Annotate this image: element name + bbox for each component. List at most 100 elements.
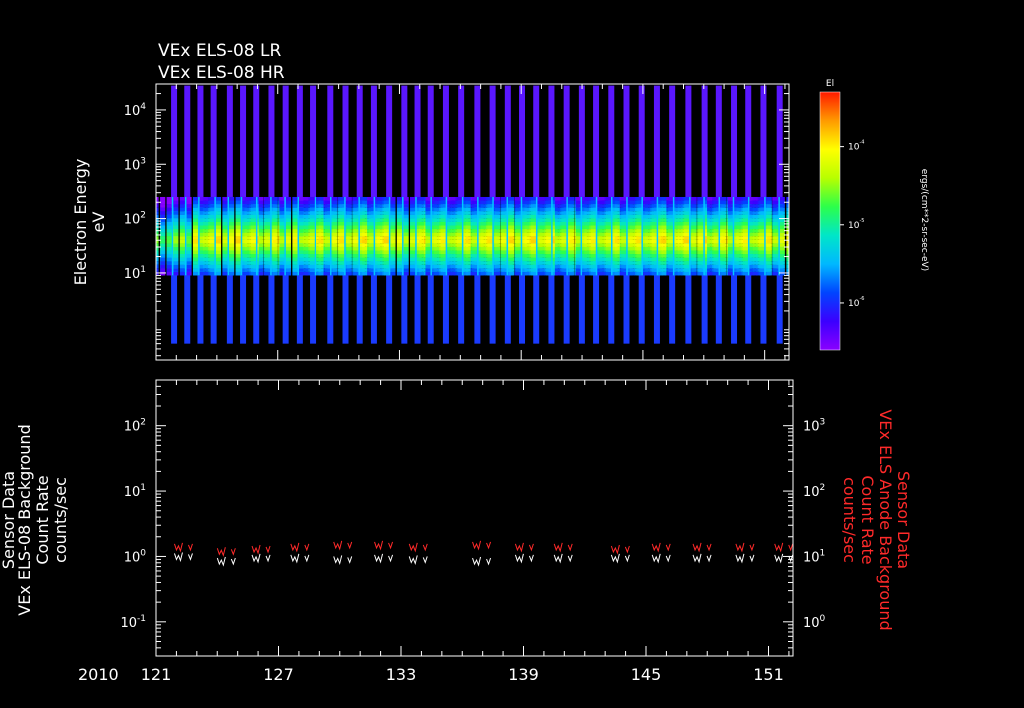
spectrogram-cell bbox=[209, 254, 215, 258]
spectrogram-cell bbox=[253, 275, 260, 344]
spectrogram-cell bbox=[721, 271, 727, 276]
spectrogram-cell bbox=[202, 207, 208, 212]
spectrogram-cell bbox=[752, 246, 758, 251]
spectrogram-cell bbox=[561, 229, 567, 233]
spectrogram-cell bbox=[418, 218, 424, 222]
spectrogram-cell bbox=[793, 215, 798, 219]
spectrogram-cell bbox=[698, 250, 704, 255]
spectrogram-cell bbox=[434, 204, 440, 208]
spectrogram-cell bbox=[292, 261, 298, 265]
spectrogram-cell bbox=[309, 257, 315, 262]
spectrogram-cell bbox=[390, 261, 396, 265]
spectrogram-cell bbox=[456, 264, 462, 269]
spectrogram-cell bbox=[569, 229, 575, 233]
spectrogram-cell bbox=[736, 214, 742, 219]
spectrogram-cell bbox=[742, 257, 748, 262]
spectrogram-cell bbox=[606, 261, 612, 265]
spectrogram-cell bbox=[440, 261, 446, 265]
spectrogram-cell bbox=[346, 250, 352, 255]
spectrogram-cell bbox=[377, 207, 383, 212]
spectrogram-cell bbox=[691, 250, 697, 255]
spectrogram-cell bbox=[325, 221, 331, 226]
spectrogram-cell bbox=[489, 275, 496, 344]
spectrogram-cell bbox=[229, 204, 235, 208]
spectrogram-cell bbox=[397, 200, 403, 205]
spectrogram-cell bbox=[160, 254, 166, 258]
spectrogram-cell bbox=[250, 264, 256, 269]
spectrogram-cell bbox=[179, 229, 185, 233]
spectrogram-cell bbox=[410, 254, 416, 258]
spectrogram-cell bbox=[303, 221, 309, 226]
spectrogram-cell bbox=[425, 254, 431, 258]
spectrogram-cell bbox=[434, 271, 440, 276]
spectrogram-cell bbox=[235, 257, 241, 262]
spectrogram-cell bbox=[546, 196, 552, 201]
spectrogram-cell bbox=[339, 207, 345, 212]
spectrogram-cell bbox=[216, 229, 222, 233]
spectrogram-cell bbox=[272, 236, 278, 240]
spectrogram-cell bbox=[410, 229, 416, 233]
spectrogram-cell bbox=[561, 271, 567, 276]
spectrogram-cell bbox=[661, 271, 667, 276]
spectrogram-cell bbox=[575, 239, 581, 244]
spectrogram-cell bbox=[691, 221, 697, 226]
spectrogram-cell bbox=[310, 85, 317, 197]
spectrogram-cell bbox=[292, 214, 298, 219]
spectrogram-cell bbox=[272, 200, 278, 205]
spectrogram-cell bbox=[332, 236, 338, 240]
spectrogram-cell bbox=[193, 221, 199, 226]
spectrogram-cell bbox=[495, 218, 501, 222]
spectrogram-cell bbox=[292, 246, 298, 251]
spectrogram-cell bbox=[383, 239, 389, 244]
spectrogram-cell bbox=[554, 214, 560, 219]
spectrogram-cell bbox=[736, 225, 742, 230]
spectrogram-cell bbox=[584, 218, 590, 222]
spectrogram-cell bbox=[707, 268, 713, 272]
spectrogram-cell bbox=[554, 236, 560, 240]
spectrogram-cell bbox=[216, 207, 222, 212]
spectrogram-cell bbox=[339, 214, 345, 219]
spectrogram-cell bbox=[509, 261, 515, 265]
spectrogram-cell bbox=[434, 239, 440, 244]
spectrogram-cell bbox=[736, 221, 742, 226]
spectrogram-cell bbox=[209, 207, 215, 212]
spectrogram-cell bbox=[539, 271, 545, 276]
spectrogram-cell bbox=[193, 207, 199, 212]
spectrogram-cell bbox=[327, 275, 334, 344]
spectrogram-cell bbox=[629, 261, 635, 265]
spectrogram-cell bbox=[653, 275, 660, 344]
spectrogram-cell bbox=[325, 246, 331, 251]
spectrogram-cell bbox=[727, 196, 733, 201]
spectrogram-cell bbox=[759, 243, 765, 247]
spectrogram-cell bbox=[509, 250, 515, 255]
spectrogram-cell bbox=[410, 221, 416, 226]
spectrogram-cell bbox=[346, 246, 352, 251]
spectrogram-cell bbox=[487, 254, 493, 258]
spectrogram-cell bbox=[235, 261, 241, 265]
spectrogram-cell bbox=[539, 218, 545, 222]
spectrogram-cell bbox=[410, 239, 416, 244]
spectrogram-cell bbox=[286, 225, 292, 230]
spectrogram-cell bbox=[472, 207, 478, 212]
spectrogram-cell bbox=[147, 250, 152, 254]
spectrogram-cell bbox=[160, 211, 166, 215]
spectrogram-cell bbox=[524, 214, 530, 219]
spectrogram-cell bbox=[561, 243, 567, 247]
spectrogram-cell bbox=[346, 264, 352, 269]
spectrogram-cell bbox=[179, 257, 185, 262]
spectrogram-cell bbox=[691, 200, 697, 205]
spectrogram-cell bbox=[332, 271, 338, 276]
spectrogram-cell bbox=[450, 264, 456, 269]
spectrogram-cell bbox=[425, 221, 431, 226]
spectrogram-cell bbox=[258, 229, 264, 233]
spectrogram-cell bbox=[292, 250, 298, 255]
spectrogram-cell bbox=[584, 207, 590, 212]
spectrogram-cell bbox=[530, 250, 536, 255]
spectrogram-cell bbox=[250, 207, 256, 212]
spectrogram-cell bbox=[629, 257, 635, 262]
spectrogram-cell bbox=[346, 214, 352, 219]
spectrogram-cell bbox=[265, 246, 271, 251]
spectrogram-cell bbox=[742, 254, 748, 258]
spectrogram-cell bbox=[272, 243, 278, 247]
spectrogram-cell bbox=[721, 239, 727, 244]
